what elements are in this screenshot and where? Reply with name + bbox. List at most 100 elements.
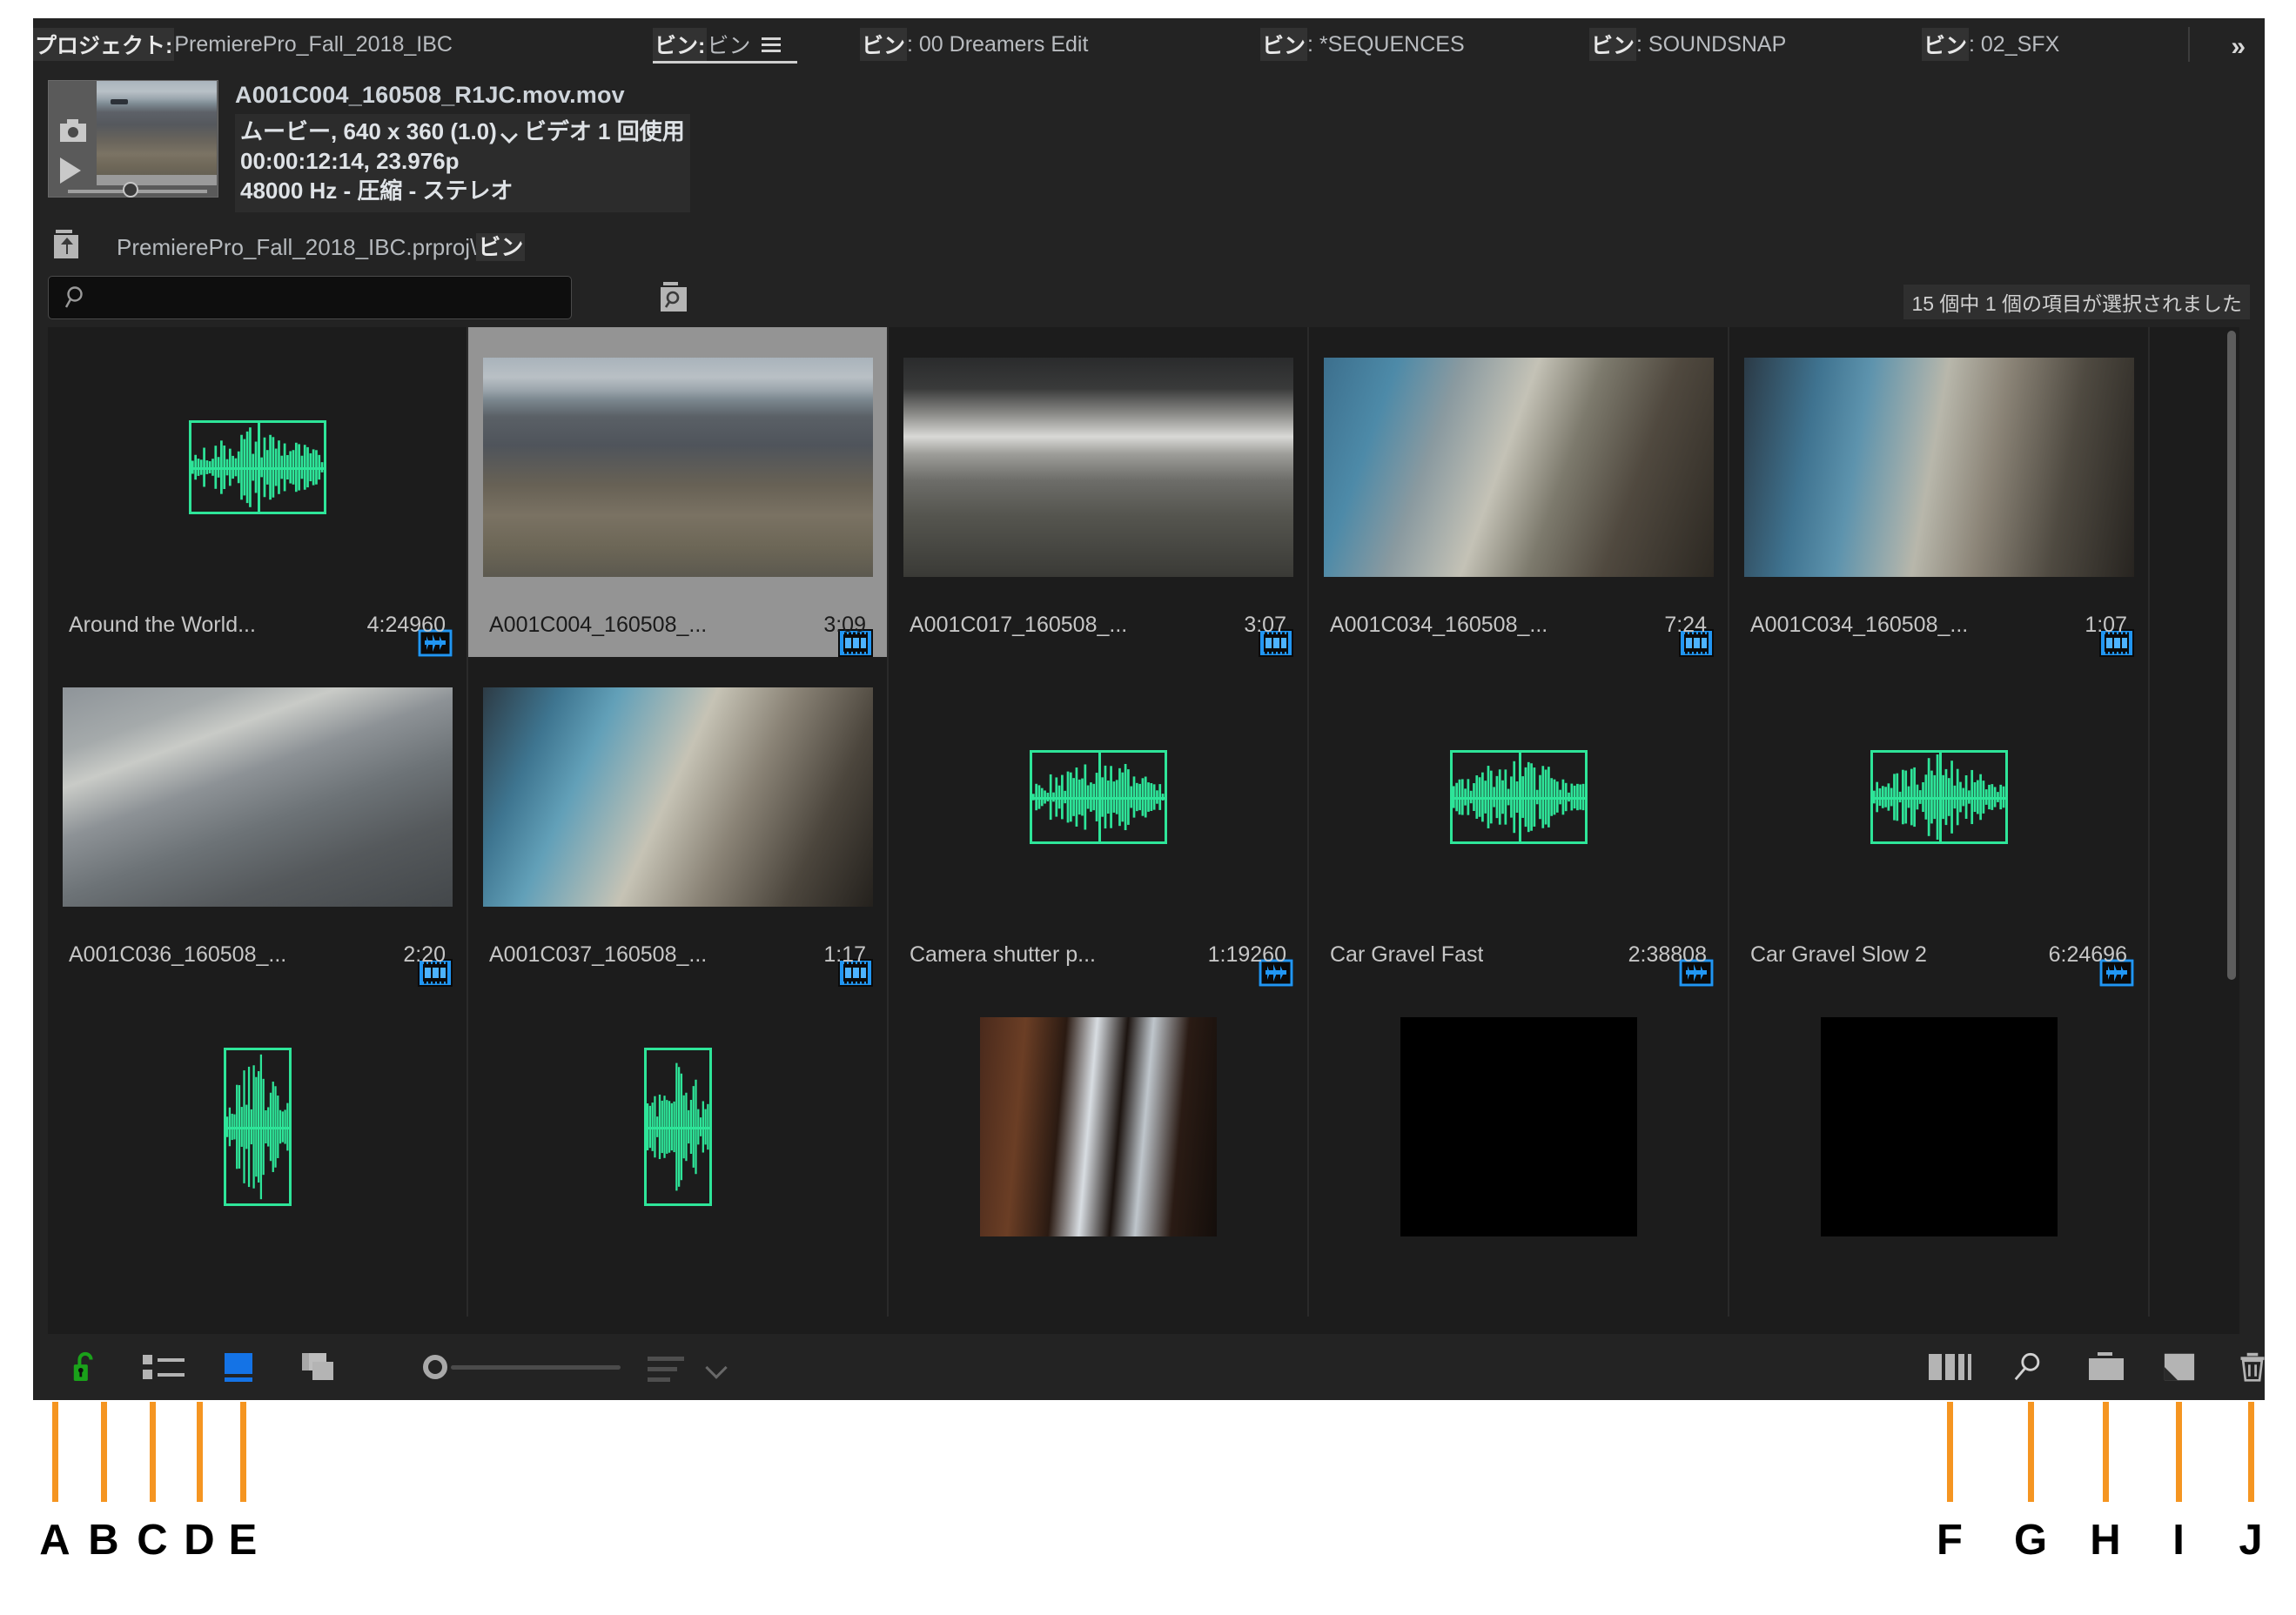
grid-item[interactable]: A001C034_160508_... 1:07: [1729, 327, 2150, 657]
camera-icon[interactable]: [58, 118, 88, 143]
grid-item-thumbnail: [903, 357, 1293, 577]
grid-item-thumbnail: [482, 687, 873, 907]
icon-view-icon[interactable]: [223, 1350, 258, 1384]
grid-item-selected[interactable]: A001C004_160508_... 3:09: [468, 327, 889, 657]
grid-item[interactable]: [1309, 987, 1729, 1317]
new-bin-icon[interactable]: [2087, 1350, 2125, 1384]
breadcrumb-text: PremierePro_Fall_2018_IBC.prproj\ビン: [117, 230, 526, 262]
tab-3[interactable]: ビン : *SEQUENCES: [1260, 28, 1465, 61]
grid-item-media: [468, 673, 887, 921]
grid-item-waveform: [1029, 749, 1167, 844]
grid-item-media: [1309, 1002, 1728, 1250]
freeform-view-icon[interactable]: [301, 1350, 341, 1384]
grid-item[interactable]: Car Gravel Fast 2:38808: [1309, 657, 1729, 987]
selection-status-text: 15 個中 1 個の項目が選択されました: [1903, 285, 2250, 319]
grid-row: A001C036_160508_... 2:20 A001C037_160508_.…: [48, 657, 2239, 987]
search-input[interactable]: [99, 277, 555, 318]
tab-overflow-button[interactable]: »: [2231, 34, 2246, 60]
grid-item[interactable]: A001C017_160508_... 3:07: [889, 327, 1309, 657]
grid-item[interactable]: [1729, 987, 2150, 1317]
zoom-slider-handle[interactable]: [423, 1355, 447, 1379]
clip-usage-text[interactable]: ビデオ 1 回使用: [524, 118, 685, 144]
grid-item-media: [1309, 343, 1728, 591]
new-item-icon[interactable]: [2162, 1350, 2197, 1384]
active-tab-underline: [653, 61, 797, 64]
delete-icon[interactable]: [2235, 1350, 2265, 1384]
grid-item-media: [1729, 1002, 2148, 1250]
grid-item-media: [468, 343, 887, 591]
search-box[interactable]: [48, 276, 572, 319]
grid-row: Around the World... 4:24960 A001C004_16050…: [48, 327, 2239, 657]
item-grid[interactable]: Around the World... 4:24960 A001C004_16050…: [48, 327, 2239, 1334]
grid-item-media: [1309, 673, 1728, 921]
grid-item-media: [48, 343, 467, 591]
tab-prefix: ビン: [1260, 28, 1308, 61]
waveform-divider: [1938, 752, 1942, 841]
tab-0[interactable]: プロジェクト: PremierePro_Fall_2018_IBC: [33, 28, 453, 61]
grid-item-label: A001C004_160508_... 3:09: [468, 613, 887, 638]
clip-filename: A001C004_160508_R1JC.mov.mov: [235, 82, 625, 108]
grid-item[interactable]: [889, 987, 1309, 1317]
preview-thumbnail-image: [97, 81, 217, 185]
filmstrip-columns-icon[interactable]: [1929, 1350, 1977, 1384]
tab-label: : 02_SFX: [1969, 31, 2060, 57]
grid-item-waveform: [1449, 749, 1588, 844]
grid-item[interactable]: Car Gravel Slow 2 6:24696: [1729, 657, 2150, 987]
lock-open-icon[interactable]: [68, 1350, 103, 1384]
panel-menu-icon[interactable]: [762, 37, 782, 52]
find-button[interactable]: [656, 281, 691, 314]
preview-scrubber-handle[interactable]: [123, 182, 138, 198]
tab-1[interactable]: ビン: ビン: [653, 28, 782, 61]
preview-thumbnail[interactable]: [48, 80, 218, 198]
search-row: 15 個中 1 個の項目が選択されました: [33, 269, 2265, 326]
grid-item-duration: 2:20: [403, 942, 446, 967]
list-view-icon[interactable]: [143, 1350, 185, 1384]
tab-4[interactable]: ビン : SOUNDSNAP: [1589, 28, 1786, 61]
chevron-down-icon[interactable]: [502, 129, 517, 137]
grid-item-label: A001C037_160508_... 1:17: [468, 942, 887, 968]
grid-item[interactable]: Camera shutter p... 1:19260: [889, 657, 1309, 987]
grid-scrollbar-thumb[interactable]: [2227, 331, 2236, 980]
grid-item-media: [48, 1002, 467, 1250]
grid-item-duration: 1:17: [823, 942, 866, 967]
grid-item[interactable]: A001C037_160508_... 1:17: [468, 657, 889, 987]
grid-item-thumbnail: [62, 687, 453, 907]
grid-item-name: A001C004_160508_...: [489, 613, 708, 637]
callout-line-A: [52, 1402, 58, 1502]
grid-item-name: Car Gravel Fast: [1330, 942, 1484, 967]
grid-item-name: A001C036_160508_...: [69, 942, 287, 967]
grid-item[interactable]: [468, 987, 889, 1317]
panel-tab-bar: プロジェクト: PremierePro_Fall_2018_IBC ビン: ビン ビン…: [33, 18, 2265, 68]
callout-letter-E: E: [228, 1517, 258, 1564]
grid-item[interactable]: Around the World... 4:24960: [48, 327, 468, 657]
grid-item-thumbnail: [979, 1016, 1217, 1236]
waveform-midline: [225, 1126, 289, 1129]
zoom-slider-track[interactable]: [451, 1365, 621, 1370]
tab-5[interactable]: ビン : 02_SFX: [1922, 28, 2059, 61]
grid-scrollbar[interactable]: [2226, 329, 2238, 1332]
breadcrumb-path[interactable]: PremierePro_Fall_2018_IBC.prproj\: [117, 234, 476, 260]
grid-item-thumbnail: [1820, 1016, 2058, 1236]
grid-item-duration: 6:24696: [2048, 942, 2127, 967]
callout-line-J: [2248, 1402, 2254, 1502]
find-icon[interactable]: [2011, 1350, 2045, 1384]
tab-label: ビン: [707, 34, 751, 58]
grid-item[interactable]: A001C036_160508_... 2:20: [48, 657, 468, 987]
chevron-down-icon[interactable]: [708, 1360, 728, 1379]
sort-icon[interactable]: [648, 1357, 684, 1383]
grid-item-name: Car Gravel Slow 2: [1750, 942, 1927, 967]
tab-2[interactable]: ビン : 00 Dreamers Edit: [860, 28, 1088, 61]
navigate-up-icon[interactable]: [50, 228, 86, 261]
tab-prefix: ビン: [860, 28, 908, 61]
tab-label: : 00 Dreamers Edit: [907, 31, 1089, 57]
grid-item[interactable]: [48, 987, 468, 1317]
callout-letter-I: I: [2172, 1517, 2185, 1564]
callout-letter-H: H: [2090, 1517, 2121, 1564]
grid-item-thumbnail: [482, 357, 873, 577]
grid-item[interactable]: A001C034_160508_... 7:24: [1309, 327, 1729, 657]
preview-scrubber-track[interactable]: [68, 182, 207, 198]
tab-prefix: ビン: [1589, 28, 1637, 61]
play-icon[interactable]: [60, 157, 81, 184]
tab-label: : *SEQUENCES: [1307, 31, 1465, 57]
callout-letter-C: C: [137, 1517, 168, 1564]
